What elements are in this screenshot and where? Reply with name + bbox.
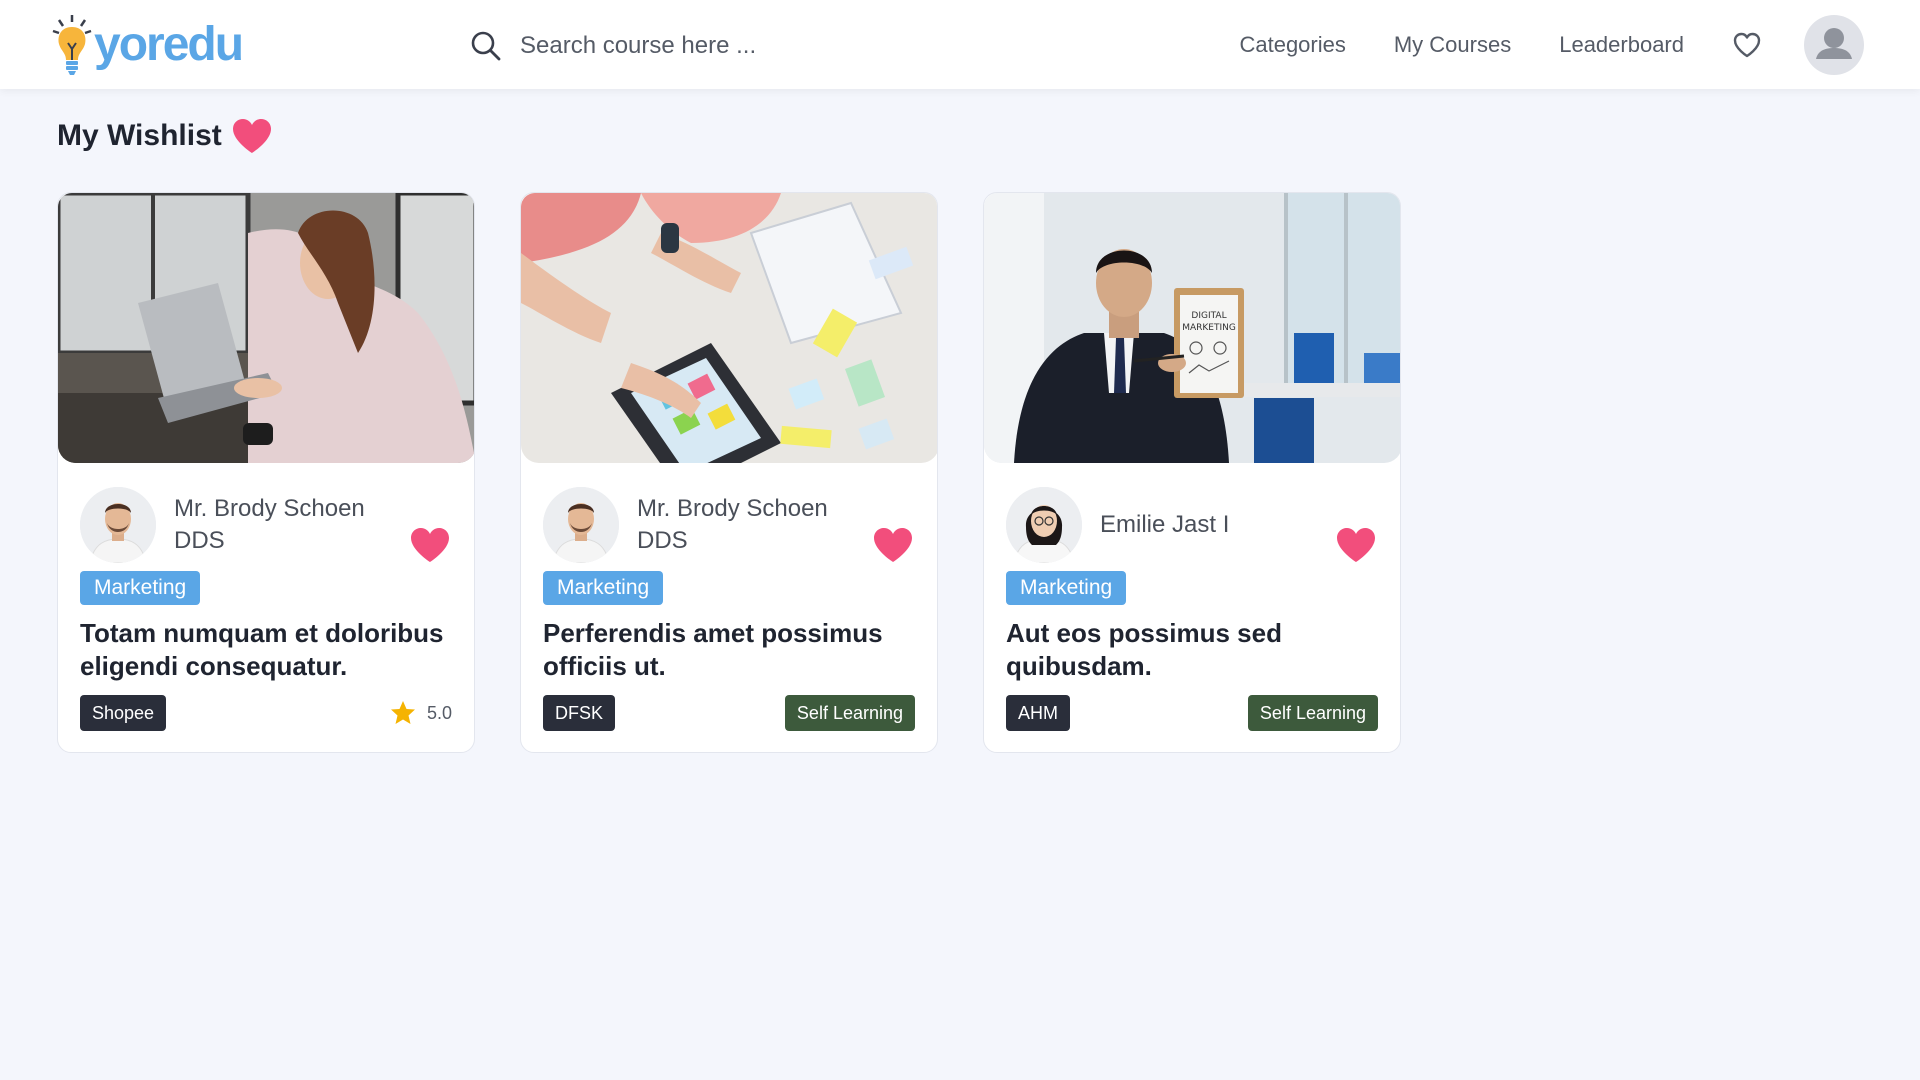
provider-badge: Shopee [80, 695, 167, 731]
category-badge[interactable]: Marketing [80, 571, 201, 605]
rating: 5.0 [389, 699, 452, 727]
course-card[interactable]: Mr. Brody Schoen DDS Marketing Totam num… [57, 192, 475, 753]
learning-type-badge: Self Learning [1247, 695, 1378, 731]
author-row: Mr. Brody Schoen DDS [80, 485, 452, 565]
course-image [521, 193, 937, 463]
provider-badge: AHM [1006, 695, 1070, 731]
wishlist-grid: Mr. Brody Schoen DDS Marketing Totam num… [57, 192, 1401, 753]
card-body: Mr. Brody Schoen DDS Marketing Perferend… [521, 485, 937, 683]
author-name: Mr. Brody Schoen DDS [174, 495, 365, 554]
heart-icon[interactable] [1334, 525, 1378, 565]
author-row: Mr. Brody Schoen DDS [543, 485, 915, 565]
author-name: Mr. Brody Schoen DDS [637, 495, 828, 554]
category-badge[interactable]: Marketing [543, 571, 664, 605]
card-body: Emilie Jast I Marketing Aut eos possimus… [984, 485, 1400, 683]
author-avatar [543, 487, 619, 563]
course-card[interactable]: DIGITAL MARKETING Emilie Jast I Marketin… [983, 192, 1401, 753]
author-name: Emilie Jast I [1100, 511, 1230, 538]
course-image [58, 193, 474, 463]
search-input[interactable] [520, 32, 1000, 60]
card-footer: Shopee 5.0 [80, 695, 452, 731]
top-navbar: yoredu Categories My Courses Leaderboard [0, 0, 1920, 89]
course-title[interactable]: Aut eos possimus sed quibusdam. [1006, 617, 1378, 683]
nav-categories[interactable]: Categories [1239, 32, 1345, 58]
author-avatar [1006, 487, 1082, 563]
course-title[interactable]: Perferendis amet possimus officiis ut. [543, 617, 915, 683]
search-icon[interactable] [470, 30, 502, 62]
nav-my-courses[interactable]: My Courses [1394, 32, 1511, 58]
brand-name: yoredu [94, 17, 244, 71]
brand-logo[interactable]: yoredu [52, 12, 244, 80]
svg-text:DIGITAL: DIGITAL [1191, 311, 1226, 321]
course-image: DIGITAL MARKETING [984, 193, 1400, 463]
rating-value: 5.0 [426, 702, 452, 723]
course-title[interactable]: Totam numquam et doloribus eligendi cons… [80, 617, 452, 683]
card-footer: DFSK Self Learning [543, 695, 915, 731]
learning-type-badge: Self Learning [784, 695, 915, 731]
heart-icon[interactable] [408, 525, 452, 565]
page-title: My Wishlist [57, 112, 274, 160]
lightbulb-icon [52, 15, 92, 75]
provider-badge: DFSK [543, 695, 616, 731]
page-title-text: My Wishlist [57, 119, 222, 152]
search-bar [470, 24, 1030, 68]
author-avatar [80, 487, 156, 563]
category-badge[interactable]: Marketing [1006, 571, 1127, 605]
heart-icon[interactable] [871, 525, 915, 565]
heart-outline-icon[interactable] [1732, 31, 1762, 59]
course-card[interactable]: Mr. Brody Schoen DDS Marketing Perferend… [520, 192, 938, 753]
card-body: Mr. Brody Schoen DDS Marketing Totam num… [58, 485, 474, 683]
heart-icon [232, 119, 271, 153]
user-avatar[interactable] [1804, 15, 1864, 75]
nav-leaderboard[interactable]: Leaderboard [1559, 32, 1684, 58]
nav-links: Categories My Courses Leaderboard [1191, 14, 1864, 76]
user-avatar-icon [1816, 28, 1852, 59]
author-row: Emilie Jast I [1006, 485, 1378, 565]
star-icon [390, 701, 415, 724]
card-footer: AHM Self Learning [1006, 695, 1378, 731]
svg-text:MARKETING: MARKETING [1182, 323, 1236, 333]
